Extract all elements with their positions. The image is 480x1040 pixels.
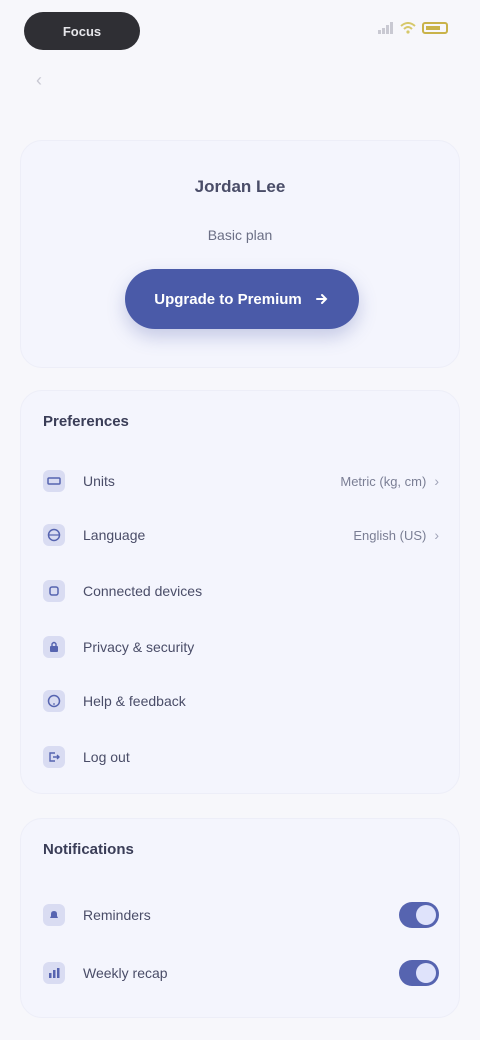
wifi-icon [400, 22, 416, 34]
pref-label: Connected devices [83, 583, 203, 599]
preferences-card: Preferences Units Metric (kg, cm) › Lang… [20, 390, 460, 794]
reminders-toggle[interactable] [399, 902, 439, 928]
notif-row-reminders: Reminders [43, 895, 439, 935]
pref-row-devices[interactable]: Connected devices [43, 571, 439, 611]
lock-icon [43, 636, 65, 658]
pref-value: English (US) [353, 527, 427, 543]
notifications-card: Notifications Reminders Weekly recap [20, 818, 460, 1018]
pref-label: Units [83, 473, 115, 489]
pref-row-privacy[interactable]: Privacy & security [43, 627, 439, 667]
signal-icon [378, 22, 393, 34]
pref-row-help[interactable]: Help & feedback [43, 681, 439, 721]
globe-icon [43, 524, 65, 546]
preferences-title: Preferences [43, 413, 129, 430]
chevron-right-icon: › [434, 473, 439, 489]
profile-name: Jordan Lee [194, 177, 286, 196]
back-chevron-icon[interactable]: ‹ [36, 70, 42, 91]
pref-label: Help & feedback [83, 693, 186, 709]
status-icons [378, 22, 448, 34]
weekly-recap-toggle[interactable] [399, 960, 439, 986]
profile-card: Jordan Lee Basic plan Upgrade to Premium [20, 140, 460, 368]
chevron-right-icon: › [434, 527, 439, 543]
upgrade-button[interactable]: Upgrade to Premium [125, 269, 359, 329]
notif-label: Weekly recap [83, 965, 168, 981]
logout-icon [43, 746, 65, 768]
notifications-title: Notifications [43, 841, 134, 858]
battery-icon [422, 22, 448, 34]
pref-row-units[interactable]: Units Metric (kg, cm) › [43, 461, 439, 501]
notif-label: Reminders [83, 907, 151, 923]
bell-icon [43, 904, 65, 926]
notif-row-weekly-recap: Weekly recap [43, 953, 439, 993]
settings-screen: Focus ‹ Jordan Lee Basic plan Upgrade to… [0, 0, 480, 1040]
pref-value: Metric (kg, cm) [340, 473, 427, 489]
ruler-icon [43, 470, 65, 492]
watch-icon [43, 580, 65, 602]
pref-row-logout[interactable]: Log out [43, 737, 439, 777]
status-bar: Focus [0, 0, 480, 64]
pref-label: Log out [83, 749, 130, 765]
pref-row-language[interactable]: Language English (US) › [43, 515, 439, 555]
profile-plan: Basic plan [207, 227, 273, 243]
arrow-right-icon [315, 294, 328, 304]
pref-label: Language [83, 527, 146, 543]
upgrade-button-label: Upgrade to Premium [154, 290, 302, 308]
pref-label: Privacy & security [83, 639, 195, 655]
help-icon [43, 690, 65, 712]
chart-icon [43, 962, 65, 984]
dynamic-island-pill: Focus [24, 12, 140, 50]
